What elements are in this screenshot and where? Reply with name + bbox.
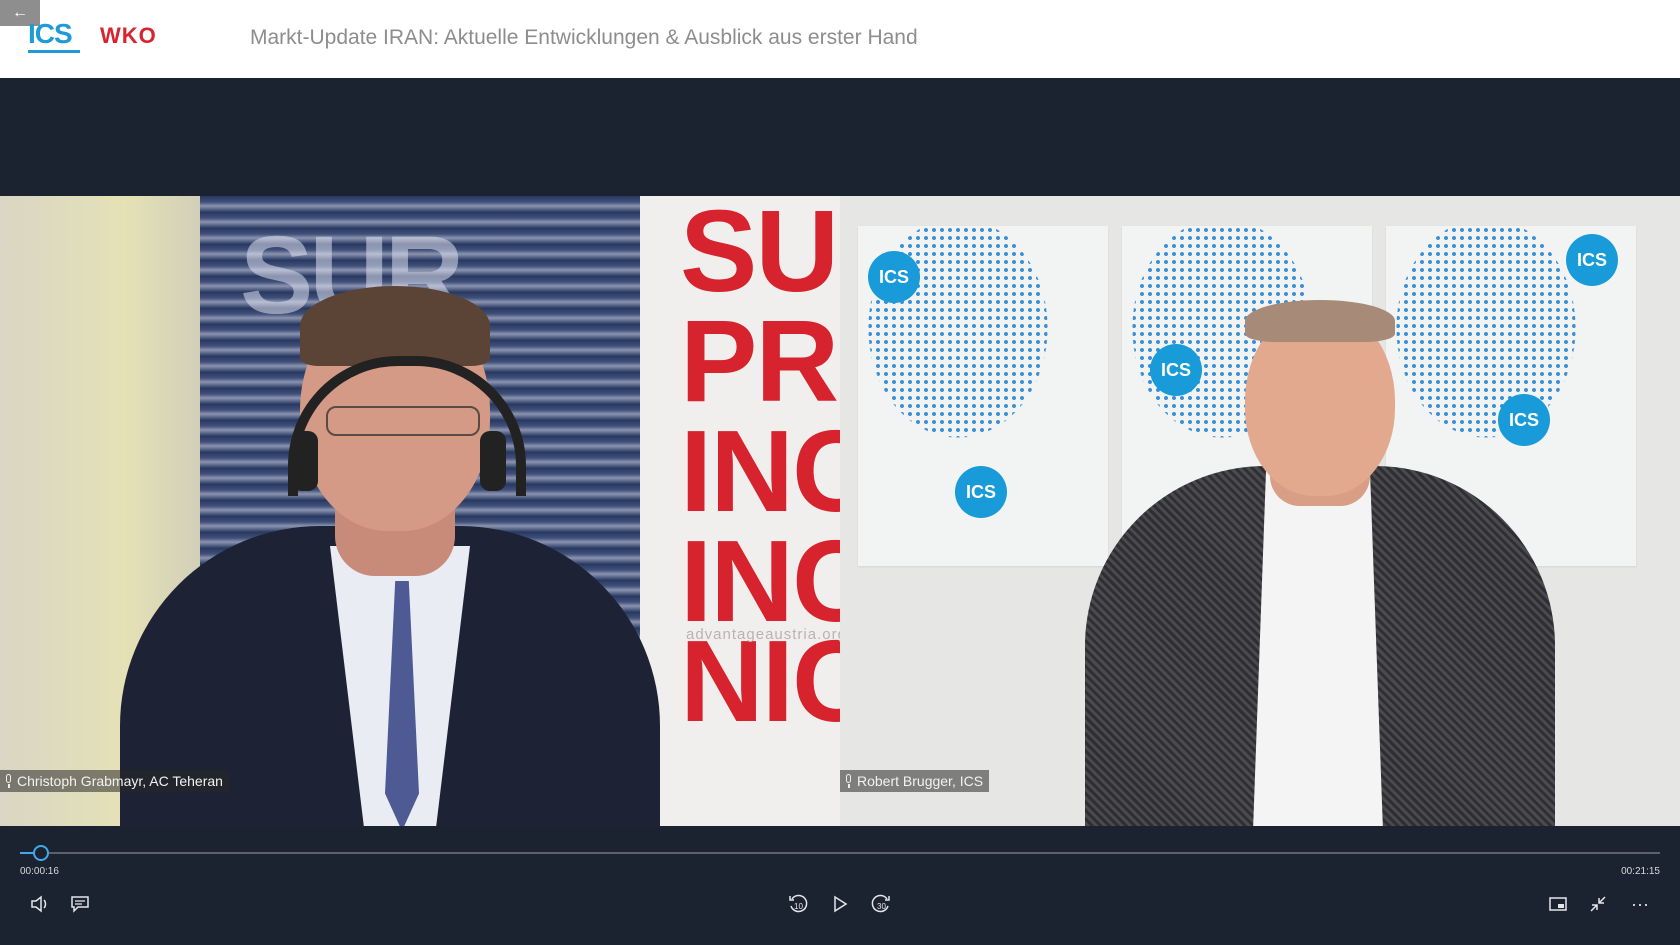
participant-tile-right: ICS ICS ICS ICS ICS Robert Brugger, ICS: [840, 196, 1680, 826]
volume-icon: [31, 895, 47, 913]
miniplayer-icon: [1549, 897, 1567, 911]
exit-fullscreen-button[interactable]: [1584, 890, 1612, 918]
participant-tile-left: SUR SU PR INC INC NIC advantageaustria.o…: [0, 196, 840, 826]
current-time: 00:00:16: [20, 866, 59, 877]
ics-badge: ICS: [1498, 394, 1550, 446]
more-options-icon: ···: [1631, 893, 1649, 914]
forward-30-icon: 30: [871, 894, 890, 913]
wko-logo: WKO: [100, 23, 157, 48]
ics-badge: ICS: [868, 251, 920, 303]
ics-badge: ICS: [1566, 234, 1618, 286]
arrow-left-icon: ←: [12, 4, 28, 21]
ics-badge: ICS: [955, 466, 1007, 518]
speaker-name-tag-left: Christoph Grabmayr, AC Teheran: [0, 770, 229, 792]
app-header: ← ICS WKO Markt-Update IRAN: Aktuelle En…: [0, 0, 1680, 78]
ics-logo: ICS: [28, 20, 84, 56]
player-controls: 00:00:16 00:21:15 10 30 ···: [0, 826, 1680, 945]
roll-up-banner: SU PR INC INC NIC: [640, 196, 840, 826]
seek-thumb[interactable]: [33, 845, 49, 861]
video-letterbox: [0, 78, 1680, 196]
more-options-button[interactable]: ···: [1626, 890, 1654, 918]
microphone-icon: [844, 774, 853, 788]
ics-badge: ICS: [1150, 344, 1202, 396]
total-time: 00:21:15: [1621, 866, 1660, 877]
volume-button[interactable]: [26, 890, 54, 918]
exit-fullscreen-icon: [1590, 896, 1606, 912]
speaker-right-shirt: [1253, 471, 1383, 826]
svg-text:10: 10: [794, 902, 803, 911]
banner-url: advantageaustria.org: [686, 626, 840, 643]
video-frame[interactable]: SUR SU PR INC INC NIC advantageaustria.o…: [0, 196, 1680, 826]
seek-bar[interactable]: [20, 845, 1660, 861]
rewind-10-icon: 10: [789, 894, 808, 913]
microphone-icon: [4, 774, 13, 788]
captions-icon: [71, 896, 89, 913]
page-title: Markt-Update IRAN: Aktuelle Entwicklunge…: [250, 26, 918, 49]
rewind-10-button[interactable]: 10: [784, 890, 812, 918]
play-icon: [834, 895, 848, 913]
forward-30-button[interactable]: 30: [867, 890, 895, 918]
captions-button[interactable]: [66, 890, 94, 918]
svg-text:30: 30: [877, 902, 886, 911]
play-button[interactable]: [826, 890, 854, 918]
miniplayer-button[interactable]: [1544, 890, 1572, 918]
speaker-name-tag-right: Robert Brugger, ICS: [840, 770, 990, 792]
